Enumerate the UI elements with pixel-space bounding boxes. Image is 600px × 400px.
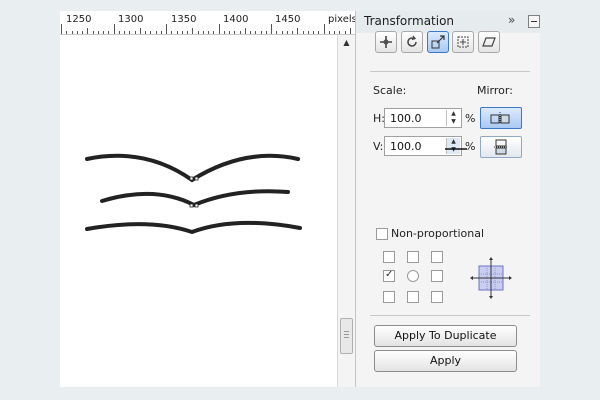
h-spin-arrows[interactable]: ▲ ▼ — [446, 110, 460, 126]
panel-header: Transformation » — [356, 11, 540, 33]
anchor-bottom-right[interactable] — [431, 291, 443, 303]
ruler-label-1350: 1350 — [171, 14, 197, 25]
scale-tool-button[interactable] — [427, 31, 449, 53]
curve-bottom — [85, 220, 302, 235]
h-scale-value: 100.0 — [390, 112, 422, 125]
apply-button[interactable]: Apply — [374, 350, 517, 372]
panel-title: Transformation — [364, 14, 455, 28]
v-label: V: — [373, 140, 384, 153]
position-icon — [380, 36, 392, 48]
scroll-up-icon[interactable]: ▲ — [338, 37, 355, 49]
skew-icon — [482, 37, 496, 47]
skew-tool-button[interactable] — [478, 31, 500, 53]
size-tool-button[interactable] — [452, 31, 474, 53]
anchor-top-left[interactable] — [383, 251, 395, 263]
panel-separator — [370, 71, 530, 72]
drawing-canvas[interactable] — [60, 35, 337, 387]
mirror-horizontal-button[interactable] — [480, 107, 522, 129]
anchor-top-right[interactable] — [431, 251, 443, 263]
anchor-center[interactable] — [407, 270, 419, 282]
scale-label: Scale: — [373, 84, 407, 97]
double-chevron-right-icon[interactable]: » — [508, 13, 515, 27]
mirror-vertical-button[interactable] — [480, 136, 522, 158]
anchor-bottom-center[interactable] — [407, 291, 419, 303]
vertical-scrollbar[interactable]: ▲ — [337, 35, 355, 387]
scale-icon — [431, 35, 445, 49]
position-tool-button[interactable] — [375, 31, 397, 53]
ruler-label-1400: 1400 — [223, 14, 249, 25]
non-proportional-label: Non-proportional — [391, 227, 484, 240]
ruler-label-1300: 1300 — [118, 14, 144, 25]
anchor-preview-icon — [470, 257, 512, 299]
h-percent: % — [465, 112, 476, 125]
anchor-bottom-left[interactable] — [383, 291, 395, 303]
curve-artwork[interactable] — [60, 35, 337, 387]
mirror-vertical-icon — [494, 139, 508, 155]
non-proportional-checkbox[interactable] — [376, 228, 388, 240]
apply-to-duplicate-button[interactable]: Apply To Duplicate — [374, 325, 517, 347]
ruler-ticks — [61, 24, 351, 34]
scroll-thumb[interactable] — [340, 318, 353, 354]
ruler-unit: pixels — [328, 14, 355, 25]
ruler-label-1250: 1250 — [66, 14, 92, 25]
horizontal-ruler: 1250 1300 1350 1400 1450 pixels — [60, 11, 355, 35]
rotate-icon — [407, 35, 417, 47]
panel-separator-bottom — [370, 315, 530, 316]
anchor-top-center[interactable] — [407, 251, 419, 263]
anchor-middle-right[interactable] — [431, 270, 443, 282]
mirror-horizontal-icon — [490, 112, 510, 124]
v-scale-value: 100.0 — [390, 140, 422, 153]
size-icon — [457, 36, 469, 48]
minimize-icon[interactable] — [528, 15, 540, 28]
h-scale-input[interactable]: 100.0 ▲ ▼ — [384, 108, 462, 128]
ruler-label-1450: 1450 — [275, 14, 301, 25]
mirror-label: Mirror: — [477, 84, 513, 97]
curve-top — [85, 153, 300, 183]
anchor-middle-left[interactable] — [383, 269, 395, 282]
rotate-tool-button[interactable] — [401, 31, 423, 53]
curve-middle — [100, 189, 290, 208]
v-percent: % — [465, 140, 476, 153]
